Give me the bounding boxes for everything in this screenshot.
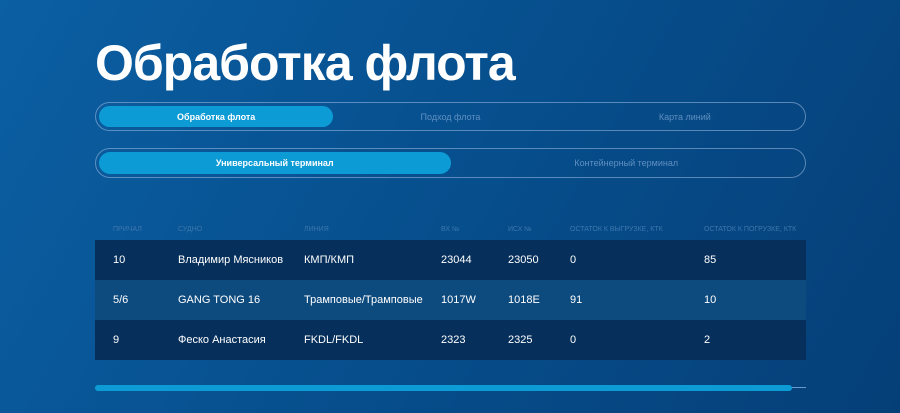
- table-header: ПРИЧАЛ СУДНО ЛИНИЯ ВХ № ИСХ № ОСТАТОК К …: [95, 218, 806, 240]
- view-tabs: Обработка флота Подход флота Карта линий: [95, 102, 806, 131]
- tab-fleet-approach[interactable]: Подход флота: [333, 106, 567, 127]
- column-header: ЛИНИЯ: [304, 225, 329, 233]
- tab-universal-terminal[interactable]: Универсальный терминал: [99, 152, 451, 174]
- column-header: ОСТАТОК К ВЫГРУЗКЕ, КТК: [570, 225, 663, 233]
- scrollbar-thumb[interactable]: [95, 385, 792, 391]
- table-cell: Владимир Мясников: [178, 254, 284, 266]
- table-cell: 23050: [508, 254, 539, 266]
- tab-fleet-processing[interactable]: Обработка флота: [99, 106, 334, 127]
- table-cell: 0: [570, 334, 577, 346]
- table-cell: 1018E: [508, 294, 540, 306]
- table-cell: 23044: [441, 254, 472, 266]
- table-row[interactable]: 10 Владимир Мясников КМП/КМП 23044 23050 0 85: [95, 240, 806, 280]
- column-header: ПРИЧАЛ: [113, 225, 142, 233]
- page-title: Обработка флота: [95, 35, 516, 91]
- table-cell: 2: [704, 334, 711, 346]
- table-cell: Феско Анастасия: [178, 334, 266, 346]
- table-cell: GANG TONG 16: [178, 294, 261, 306]
- table-cell: 5/6: [113, 294, 129, 306]
- column-header: ВХ №: [441, 225, 460, 233]
- terminal-tabs: Универсальный терминал Контейнерный терм…: [95, 148, 806, 178]
- table-cell: КМП/КМП: [304, 254, 355, 266]
- table-cell: FKDL/FKDL: [304, 334, 364, 346]
- column-header: ОСТАТОК К ПОГРУЗКЕ, КТК: [704, 225, 797, 233]
- horizontal-scrollbar[interactable]: [95, 385, 806, 391]
- table-row[interactable]: 5/6 GANG TONG 16 Трамповые/Трамповые 1017W 1…: [95, 280, 806, 320]
- fleet-table: ПРИЧАЛ СУДНО ЛИНИЯ ВХ № ИСХ № ОСТАТОК К …: [95, 218, 806, 360]
- table-cell: 10: [113, 254, 126, 266]
- table-row[interactable]: 9 Феско Анастасия FKDL/FKDL 2323 2325 0 2: [95, 320, 806, 360]
- tab-lines-map[interactable]: Карта линий: [568, 106, 802, 127]
- table-cell: 85: [704, 254, 717, 266]
- tab-container-terminal[interactable]: Контейнерный терминал: [451, 152, 803, 174]
- table-cell: 1017W: [441, 294, 476, 306]
- column-header: СУДНО: [178, 225, 203, 233]
- table-cell: 0: [570, 254, 577, 266]
- column-header: ИСХ №: [508, 225, 532, 233]
- table-cell: 9: [113, 334, 120, 346]
- table-cell: 2323: [441, 334, 466, 346]
- table-cell: Трамповые/Трамповые: [304, 294, 423, 306]
- table-cell: 91: [570, 294, 583, 306]
- table-cell: 2325: [508, 334, 533, 346]
- table-cell: 10: [704, 294, 717, 306]
